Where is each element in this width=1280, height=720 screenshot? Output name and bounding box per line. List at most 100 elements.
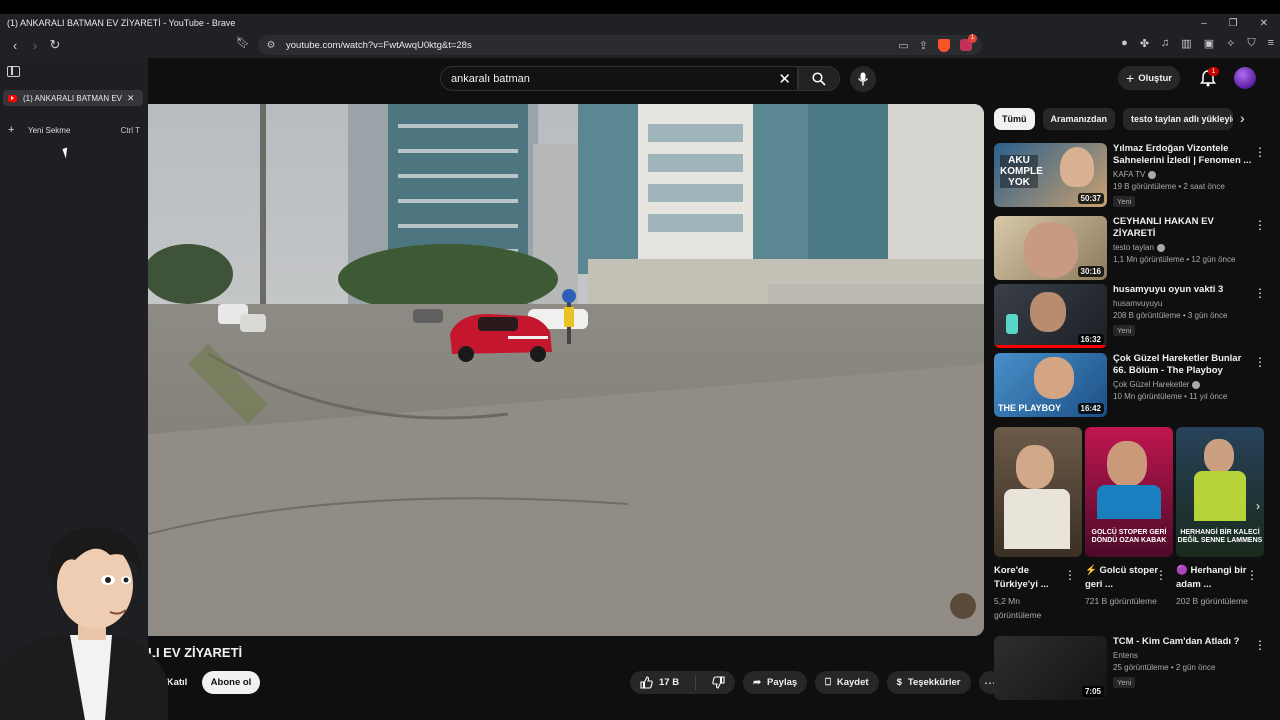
short-item[interactable]: GOLCÜ STOPER GERİ DÖNDÜ OZAN KABAK ⚡ Gol… bbox=[1085, 427, 1173, 608]
save-button[interactable]: ⎕ Kaydet bbox=[815, 671, 879, 694]
video-actions: 17 B ➦ Paylaş ⎕ Kaydet $ Teşekkürler ⋯ bbox=[630, 671, 1002, 694]
short-thumbnail[interactable]: HERHANGİ BİR KALECİ DEĞİL SENNE LAMMENS bbox=[1176, 427, 1264, 557]
extensions-icon[interactable]: ✤ bbox=[1140, 37, 1149, 50]
browser-toolbar: ‹ › ↻ 🔖︎ ⚙ youtube.com/watch?v=FwtAwqU0k… bbox=[0, 32, 1280, 58]
rec-item[interactable]: 7:05 TCM - Kim Cam'dan Atladı ? Entens 2… bbox=[994, 636, 1270, 700]
chips-next-icon[interactable]: › bbox=[1240, 110, 1245, 126]
rec-thumbnail[interactable]: 7:05 bbox=[994, 636, 1107, 700]
short-views: 5,2 Mn görüntüleme bbox=[994, 596, 1042, 620]
rec-menu-icon[interactable]: ⋮ bbox=[1254, 355, 1266, 369]
account-avatar[interactable] bbox=[1234, 67, 1256, 89]
short-title[interactable]: Kore'de Türkiye'yi ... bbox=[994, 564, 1068, 592]
new-badge: Yeni bbox=[1113, 677, 1136, 688]
chip-uploader[interactable]: testo taylan adlı yükleyici bbox=[1123, 108, 1234, 130]
rec-title[interactable]: CEYHANLI HAKAN EV ZİYARETİ bbox=[1113, 216, 1253, 240]
cup-figure bbox=[1006, 314, 1018, 334]
chip-from-search[interactable]: Aramanızdan bbox=[1042, 108, 1116, 130]
address-bar[interactable]: ⚙ youtube.com/watch?v=FwtAwqU0ktg&t=28s … bbox=[258, 34, 982, 55]
site-info-icon[interactable]: ⚙ bbox=[262, 40, 280, 51]
minimize-icon[interactable]: – bbox=[1201, 18, 1207, 29]
cast-icon[interactable]: ▭ bbox=[898, 39, 908, 52]
dislike-button[interactable] bbox=[702, 671, 735, 694]
rec-channel[interactable]: Entens bbox=[1113, 651, 1253, 660]
share-icon[interactable]: ⇪ bbox=[919, 39, 928, 52]
search-input[interactable]: ankaralı batman bbox=[451, 73, 778, 85]
share-button[interactable]: ➦ Paylaş bbox=[743, 671, 808, 694]
rec-item[interactable]: 30:16 CEYHANLI HAKAN EV ZİYARETİ testo t… bbox=[994, 216, 1270, 280]
short-title[interactable]: ⚡ Golcü stoper geri ... bbox=[1085, 564, 1159, 592]
rec-title[interactable]: Yılmaz Erdoğan Vizontele Sahnelerini İzl… bbox=[1113, 143, 1253, 167]
rec-menu-icon[interactable]: ⋮ bbox=[1254, 145, 1266, 159]
short-menu-icon[interactable]: ⋮ bbox=[1064, 568, 1076, 582]
duration: 16:42 bbox=[1077, 403, 1104, 414]
rec-item[interactable]: 16:32 husamyuyu oyun vakti 3 husamvuyuyu… bbox=[994, 284, 1270, 348]
tab-youtube[interactable]: (1) ANKARALI BATMAN EV ZİYARETİ - YouTub… bbox=[3, 90, 143, 106]
subscribe-button[interactable]: Abone ol bbox=[202, 671, 260, 694]
url-text[interactable]: youtube.com/watch?v=FwtAwqU0ktg&t=28s bbox=[286, 40, 898, 51]
save-icon: ⎕ bbox=[825, 677, 831, 688]
like-button[interactable]: 17 B bbox=[630, 671, 689, 694]
close-tab-icon[interactable]: ✕ bbox=[127, 93, 135, 104]
rec-channel[interactable]: testo taylan bbox=[1113, 243, 1154, 252]
reload-icon[interactable]: ↻ bbox=[45, 35, 65, 55]
verified-icon bbox=[1148, 170, 1157, 179]
search-box[interactable]: ankaralı batman ✕ bbox=[440, 66, 798, 91]
like-dislike-group: 17 B bbox=[630, 671, 736, 694]
rec-menu-icon[interactable]: ⋮ bbox=[1254, 218, 1266, 232]
short-item[interactable]: Kore'de Türkiye'yi ... 5,2 Mn görüntülem… bbox=[994, 427, 1082, 622]
restore-icon[interactable]: ❐ bbox=[1229, 18, 1238, 29]
voice-search-button[interactable] bbox=[850, 66, 876, 92]
toggle-panel-icon[interactable] bbox=[7, 66, 20, 77]
create-label: Oluştur bbox=[1138, 72, 1172, 84]
rec-title[interactable]: Çok Güzel Hareketler Bunlar 66. Bölüm - … bbox=[1113, 353, 1253, 377]
thanks-button[interactable]: $ Teşekkürler bbox=[886, 671, 971, 694]
short-thumbnail[interactable] bbox=[994, 427, 1082, 557]
rec-title[interactable]: TCM - Kim Cam'dan Atladı ? bbox=[1113, 636, 1253, 648]
rec-menu-icon[interactable]: ⋮ bbox=[1254, 286, 1266, 300]
brave-shields-icon[interactable] bbox=[938, 38, 950, 52]
forward-icon[interactable]: › bbox=[25, 35, 45, 55]
super-thanks-icon: $ bbox=[896, 677, 902, 688]
rec-thumbnail[interactable]: 16:32 bbox=[994, 284, 1107, 348]
short-item[interactable]: HERHANGİ BİR KALECİ DEĞİL SENNE LAMMENS … bbox=[1176, 427, 1264, 608]
divider bbox=[695, 675, 697, 690]
short-title[interactable]: 🟣 Herhangi bir adam ... bbox=[1176, 564, 1250, 592]
brave-rewards-icon[interactable]: 1 bbox=[960, 34, 977, 51]
wallet-icon[interactable]: ▣ bbox=[1204, 37, 1214, 50]
bookmark-icon[interactable]: 🔖︎ bbox=[236, 36, 250, 49]
rec-title[interactable]: husamyuyu oyun vakti 3 bbox=[1113, 284, 1253, 296]
chip-all[interactable]: Tümü bbox=[994, 108, 1035, 130]
short-thumbnail[interactable]: GOLCÜ STOPER GERİ DÖNDÜ OZAN KABAK bbox=[1085, 427, 1173, 557]
video-player[interactable] bbox=[148, 104, 984, 636]
wallet-dot-icon[interactable]: ● bbox=[1121, 37, 1128, 50]
back-icon[interactable]: ‹ bbox=[5, 35, 25, 55]
rec-thumbnail[interactable]: 30:16 bbox=[994, 216, 1107, 280]
shorts-next-icon[interactable]: › bbox=[1256, 499, 1272, 515]
rec-channel[interactable]: husamvuyuyu bbox=[1113, 299, 1253, 308]
save-label: Kaydet bbox=[836, 677, 869, 688]
short-menu-icon[interactable]: ⋮ bbox=[1155, 568, 1167, 582]
rec-thumbnail[interactable]: AKU KOMPLE YOK 50:37 bbox=[994, 143, 1107, 207]
rec-thumbnail[interactable]: THE PLAYBOY 16:42 bbox=[994, 353, 1107, 417]
vpn-icon[interactable]: ⛉ bbox=[1247, 37, 1255, 50]
rec-meta: 10 Mn görüntüleme • 11 yıl önce bbox=[1113, 392, 1228, 401]
leo-icon[interactable]: ✧ bbox=[1226, 37, 1235, 50]
new-tab-button[interactable]: + Yeni Sekme Ctrl T bbox=[8, 124, 140, 136]
search-button[interactable] bbox=[798, 66, 840, 91]
clear-search-icon[interactable]: ✕ bbox=[778, 70, 791, 88]
short-views: 721 B görüntüleme bbox=[1085, 596, 1157, 606]
rec-channel[interactable]: KAFA TV bbox=[1113, 170, 1145, 179]
rec-item[interactable]: THE PLAYBOY 16:42 Çok Güzel Hareketler B… bbox=[994, 353, 1270, 417]
notification-badge: 1 bbox=[1208, 67, 1219, 76]
media-icon[interactable]: ♫ bbox=[1161, 37, 1169, 50]
short-menu-icon[interactable]: ⋮ bbox=[1246, 568, 1258, 582]
rec-channel[interactable]: Çok Güzel Hareketler bbox=[1113, 380, 1189, 389]
create-button[interactable]: + Oluştur bbox=[1118, 66, 1180, 90]
menu-icon[interactable]: ≡ bbox=[1268, 37, 1274, 50]
sidebar-icon[interactable]: ▥ bbox=[1181, 37, 1191, 50]
rec-menu-icon[interactable]: ⋮ bbox=[1254, 638, 1266, 652]
close-window-icon[interactable]: ✕ bbox=[1260, 18, 1268, 29]
watch-progress-bar bbox=[994, 345, 1107, 348]
verified-icon bbox=[1192, 380, 1201, 389]
rec-item[interactable]: AKU KOMPLE YOK 50:37 Yılmaz Erdoğan Vizo… bbox=[994, 143, 1270, 207]
